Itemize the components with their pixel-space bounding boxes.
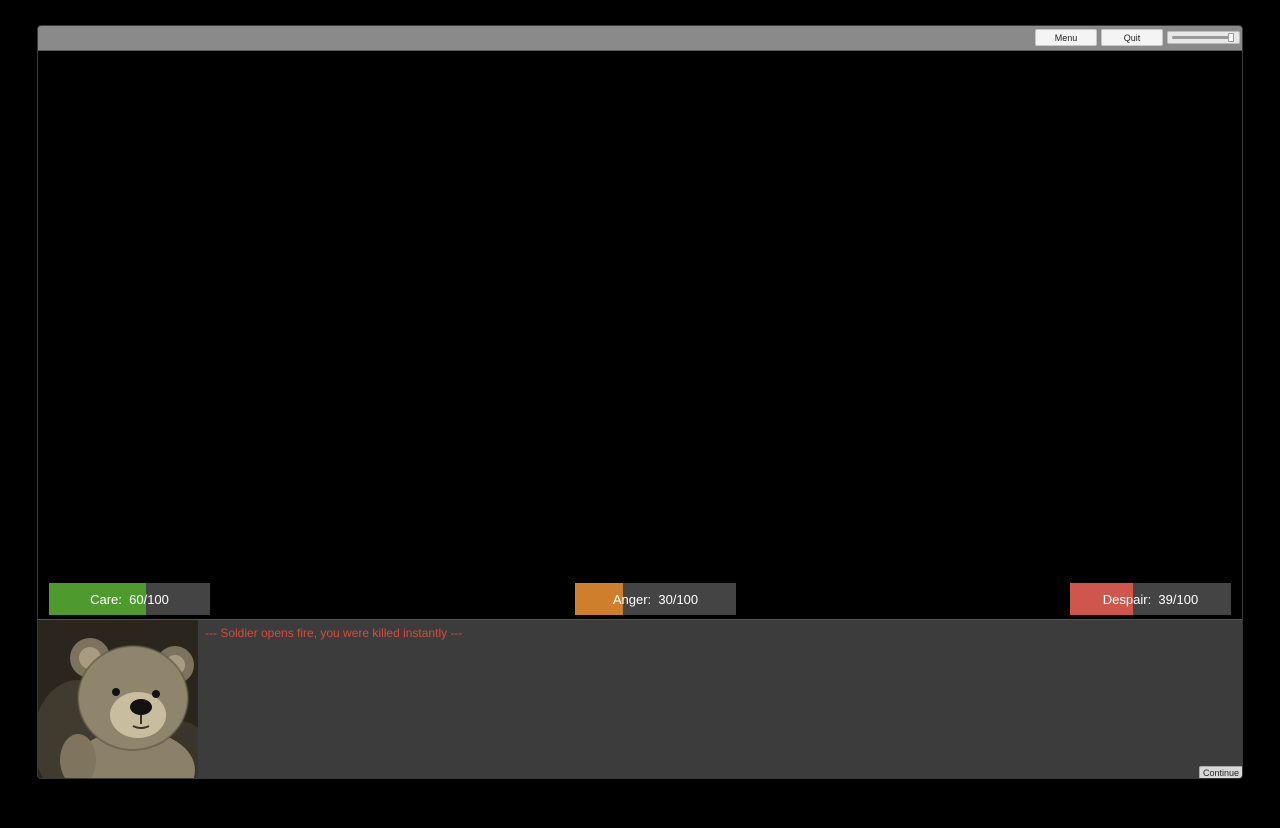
volume-slider-thumb[interactable] xyxy=(1228,33,1234,42)
anger-stat-bar: Anger: 30/100 xyxy=(575,583,736,615)
care-stat-bar: Care: 60/100 xyxy=(49,583,210,615)
volume-slider-track xyxy=(1172,36,1230,39)
top-toolbar: Menu Quit xyxy=(38,26,1242,51)
game-window: Menu Quit Care: 60/100 Anger: 30/100 Des… xyxy=(37,25,1243,779)
dialog-message: --- Soldier opens fire, you were killed … xyxy=(205,626,463,640)
dialog-panel: --- Soldier opens fire, you were killed … xyxy=(38,619,1242,778)
menu-button[interactable]: Menu xyxy=(1035,29,1097,46)
despair-stat-label: Despair: 39/100 xyxy=(1102,591,1199,607)
care-stat-label: Care: 60/100 xyxy=(90,591,169,607)
continue-button[interactable]: Continue xyxy=(1199,766,1242,778)
volume-slider[interactable] xyxy=(1167,31,1240,44)
quit-button[interactable]: Quit xyxy=(1101,29,1163,46)
despair-stat-bar: Despair: 39/100 xyxy=(1070,583,1231,615)
teddy-bear-icon xyxy=(38,620,198,778)
teddy-bear-portrait xyxy=(38,620,198,778)
anger-stat-label: Anger: 30/100 xyxy=(612,591,699,607)
